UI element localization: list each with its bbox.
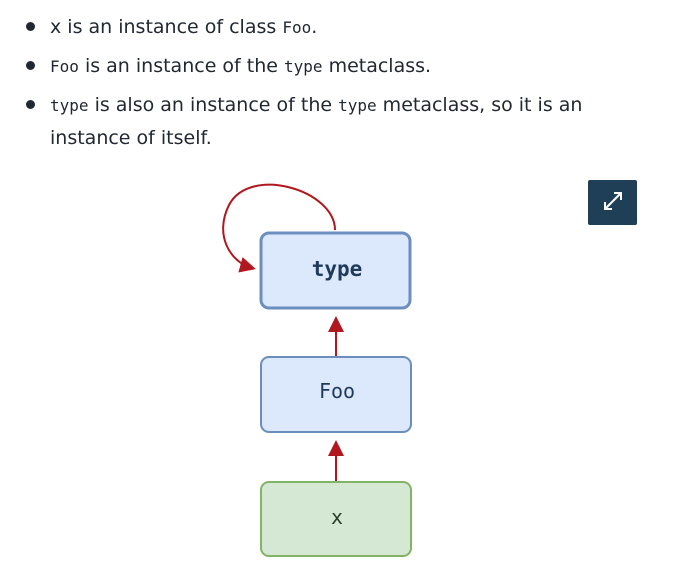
metaclass-diagram: type Foo x	[222, 183, 412, 557]
type-node-label: type	[312, 257, 363, 281]
foo-node-label: Foo	[319, 379, 355, 403]
x-node-label: x	[331, 505, 343, 529]
